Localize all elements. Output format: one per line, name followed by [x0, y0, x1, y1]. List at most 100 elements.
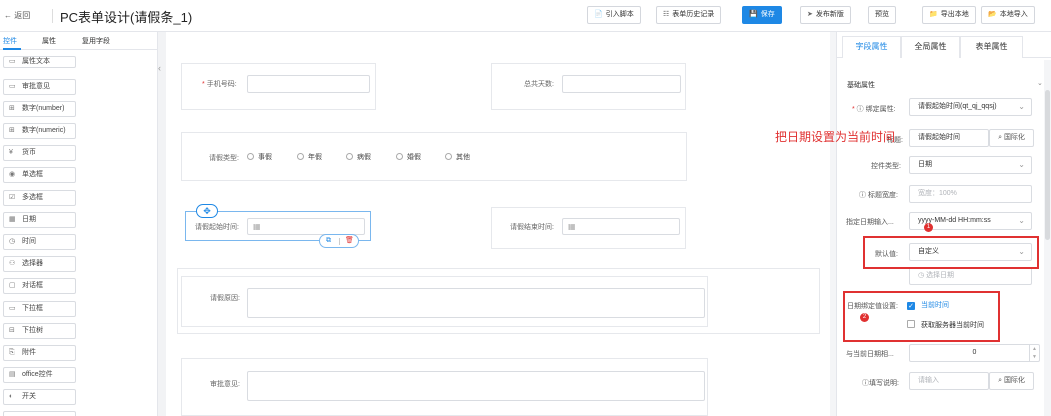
- number-icon: ⊞: [9, 105, 15, 112]
- checkbox-icon: ☑: [9, 194, 16, 201]
- property-scrollbar[interactable]: [1044, 60, 1051, 416]
- import-icon: 📂: [988, 11, 997, 18]
- component-item[interactable]: ▢ 对话框: [3, 278, 76, 294]
- leave-type-label: 请假类型:: [209, 155, 239, 162]
- total-days-input[interactable]: [562, 75, 681, 93]
- section-title: 基础属性: [847, 82, 875, 89]
- save-button[interactable]: 💾 保存: [742, 6, 782, 24]
- end-time-input[interactable]: ▦: [562, 218, 680, 235]
- chevron-down-icon[interactable]: ⌄: [1037, 79, 1043, 87]
- move-handle-icon[interactable]: ✥: [196, 204, 218, 218]
- form-canvas: * 手机号码: 总共天数: 请假类型: 事假 年假 病假 婚假 其他 请假起始时间…: [166, 32, 830, 416]
- annotation-note: 把日期设置为当前时间: [775, 130, 896, 144]
- approval-label: 审批意见:: [210, 381, 240, 388]
- component-tabs: 控件 属性 复用字段: [0, 32, 157, 50]
- bind-attr-select[interactable]: 请假起始时间(qt_qj_qqsj) ⌄: [909, 98, 1032, 116]
- top-bar: ← 返回 PC表单设计(请假条_1) 📄 引入脚本 ☷ 表单历史记录 💾 保存 ➤ 发布…: [0, 0, 1051, 32]
- chevron-down-icon: ⌄: [1018, 216, 1025, 225]
- tab-properties[interactable]: 属性: [42, 36, 56, 46]
- publish-button[interactable]: ➤ 发布新版: [800, 6, 851, 24]
- tab-field-properties[interactable]: 字段属性: [842, 36, 901, 58]
- component-item[interactable]: ▦ 日期: [3, 212, 76, 228]
- approval-textarea[interactable]: [247, 371, 705, 401]
- dialog-icon: ▢: [9, 282, 16, 289]
- component-item[interactable]: ⊞ 数字(number): [3, 101, 76, 117]
- phone-input[interactable]: [247, 75, 370, 93]
- radio-option[interactable]: 事假: [247, 152, 272, 162]
- component-item[interactable]: ⊟ 下拉树: [3, 323, 76, 339]
- page-title: PC表单设计(请假条_1): [60, 10, 193, 25]
- chevron-down-icon: ⌄: [1018, 102, 1025, 111]
- date-picker-input[interactable]: ◷ 选择日期: [909, 267, 1032, 285]
- start-time-input[interactable]: ▦: [247, 218, 365, 235]
- component-item[interactable]: ▭ 审批意见: [3, 79, 76, 95]
- property-panel: 字段属性 全局属性 表单属性 基础属性 ⌄ * ⓘ 绑定属性: 请假起始时间(q…: [836, 32, 1051, 416]
- component-item[interactable]: ¥ 货币: [3, 145, 76, 161]
- reason-label: 请假原因:: [210, 295, 240, 302]
- end-time-label: 请假结束时间:: [510, 224, 554, 231]
- relative-date-stepper[interactable]: 0 ▲ ▼: [909, 344, 1040, 362]
- radio-icon: ◉: [9, 171, 16, 178]
- leave-type-radio-group: 事假 年假 病假 婚假 其他: [247, 152, 587, 162]
- toggle-icon: ◐: [9, 393, 14, 400]
- start-time-label: 请假起始时间:: [195, 224, 239, 231]
- component-item[interactable]: ◷ 时间: [3, 234, 76, 250]
- tab-form-properties[interactable]: 表单属性: [960, 36, 1023, 58]
- tab-controls[interactable]: 控件: [3, 36, 17, 46]
- history-icon: ☷: [663, 11, 670, 18]
- delete-icon[interactable]: 🗑: [345, 235, 354, 247]
- calendar-icon: ▦: [253, 222, 261, 231]
- tree-icon: ⊟: [9, 327, 15, 334]
- text-field-icon: ▭: [9, 83, 16, 90]
- number-icon: ⊞: [9, 127, 15, 134]
- tab-global-properties[interactable]: 全局属性: [901, 36, 960, 58]
- radio-option[interactable]: 其他: [445, 152, 470, 162]
- title-width-label: ⓘ 标题宽度:: [859, 192, 898, 199]
- title-width-input[interactable]: 宽度：100%: [909, 185, 1032, 203]
- radio-option[interactable]: 婚假: [396, 152, 421, 162]
- tab-reuse-fields[interactable]: 复用字段: [82, 36, 110, 46]
- fill-desc-label: ⓘ填写说明:: [862, 380, 899, 387]
- phone-label: * 手机号码:: [202, 81, 237, 88]
- divider: [52, 9, 53, 23]
- clock-icon: ◷: [918, 272, 927, 279]
- export-local-button[interactable]: 📁 导出本地: [922, 6, 976, 24]
- component-item[interactable]: [3, 411, 76, 416]
- component-item[interactable]: ▭ 下拉框: [3, 301, 76, 317]
- currency-icon: ¥: [9, 149, 13, 156]
- radio-option[interactable]: 病假: [346, 152, 371, 162]
- component-item[interactable]: ◉ 单选框: [3, 167, 76, 183]
- chevron-down-icon: ⌄: [1018, 160, 1025, 169]
- i18n-button[interactable]: ⌕ 国际化: [989, 129, 1034, 147]
- back-link[interactable]: ← 返回: [4, 10, 30, 21]
- reason-textarea[interactable]: [247, 288, 705, 318]
- annotation-marker-2: 2: [860, 313, 869, 322]
- component-item[interactable]: ☑ 多选框: [3, 190, 76, 206]
- component-item[interactable]: ▭ 属性文本: [3, 56, 76, 68]
- save-icon: 💾: [749, 11, 758, 18]
- collapse-left-icon[interactable]: ‹: [158, 62, 166, 74]
- clock-icon: ◷: [9, 238, 16, 245]
- import-local-button[interactable]: 📂 本地导入: [981, 6, 1035, 24]
- component-item[interactable]: ◐ 开关: [3, 389, 76, 405]
- annotation-marker-1: 1: [924, 223, 933, 232]
- component-item[interactable]: ▤ office控件: [3, 367, 76, 383]
- i18n-button[interactable]: ⌕ 国际化: [989, 372, 1034, 390]
- fill-desc-input[interactable]: 请输入: [909, 372, 989, 390]
- import-script-button[interactable]: 📄 引入脚本: [587, 6, 641, 24]
- form-history-button[interactable]: ☷ 表单历史记录: [656, 6, 722, 24]
- component-item[interactable]: ⊞ 数字(numeric): [3, 123, 76, 139]
- radio-option[interactable]: 年假: [297, 152, 322, 162]
- title-input[interactable]: 请假起始时间: [909, 129, 989, 147]
- active-tab-indicator: [3, 48, 21, 50]
- control-type-label: 控件类型:: [871, 163, 901, 170]
- component-item[interactable]: ⚇ 选择器: [3, 256, 76, 272]
- component-item[interactable]: ⎘ 附件: [3, 345, 76, 361]
- text-field-icon: ▭: [9, 58, 16, 65]
- calendar-icon: ▦: [9, 216, 16, 223]
- control-type-select[interactable]: 日期 ⌄: [909, 156, 1032, 174]
- paperclip-icon: ⎘: [9, 349, 15, 356]
- property-tabs: 字段属性 全局属性 表单属性: [837, 32, 1051, 58]
- preview-button[interactable]: 预览: [868, 6, 896, 24]
- copy-icon[interactable]: ⧉: [326, 235, 331, 247]
